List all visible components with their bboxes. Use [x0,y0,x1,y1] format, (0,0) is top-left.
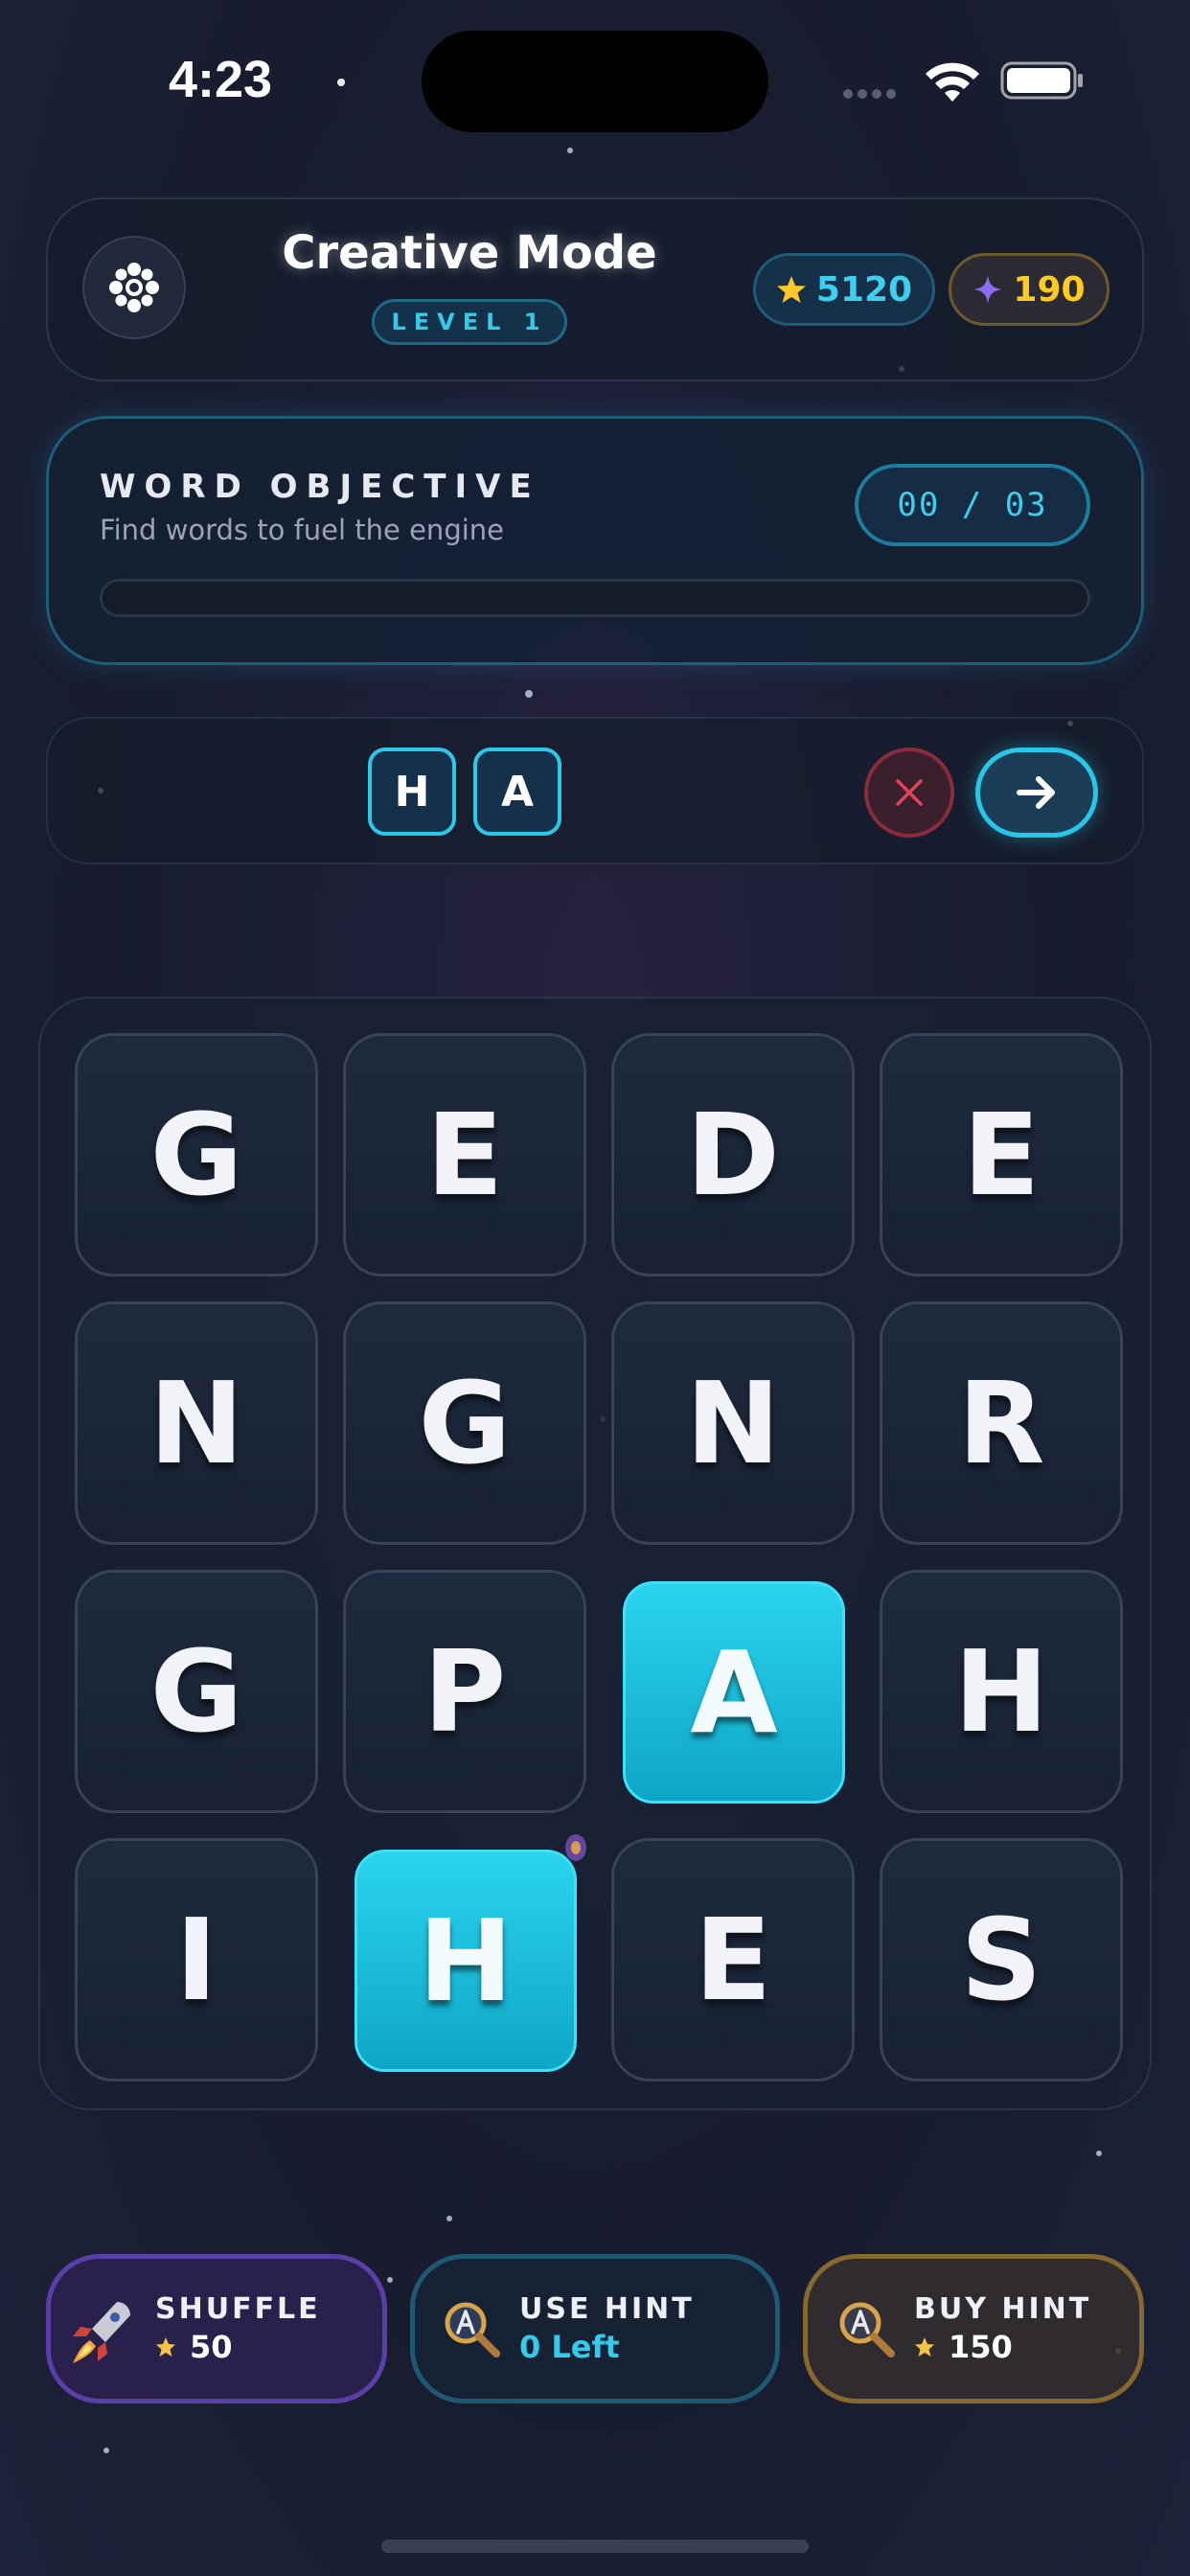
stars-counter[interactable]: 5120 [753,253,935,326]
background-star [446,2216,452,2221]
home-indicator[interactable] [381,2540,809,2553]
letter-tile[interactable]: E [343,1033,586,1276]
letter-tile[interactable]: E [880,1033,1123,1276]
gear-icon [109,263,159,312]
wifi-icon [926,62,979,102]
letter-tile-selected[interactable]: H [355,1850,577,2072]
buy-hint-label: BUY HINT [914,2292,1092,2326]
objective-title: WORD OBJECTIVE [100,468,540,506]
letter-tile[interactable]: G [75,1033,318,1276]
buy-hint-cost: 150 [914,2329,1013,2365]
coin-icon [156,2337,175,2357]
letter-tile[interactable]: S [880,1838,1123,2082]
buy-hint-cost-value: 150 [949,2329,1013,2365]
sparkle-effect-icon [565,1834,586,1861]
shuffle-cost: 50 [155,2329,233,2365]
magnifier-icon [445,2302,500,2358]
objective-progress-bar [100,579,1090,617]
letter-tile[interactable]: I [75,1838,318,2082]
shuffle-label: SHUFFLE [155,2292,321,2326]
rocket-icon [73,2302,130,2363]
objective-counter: 00 / 03 [855,464,1090,546]
use-hint-remaining: 0 Left [519,2329,620,2365]
arrow-right-icon [1017,776,1055,809]
background-star [1096,2150,1102,2156]
letter-tile[interactable]: P [343,1570,586,1813]
letter-tile[interactable]: H [880,1570,1123,1813]
status-dot [337,79,345,86]
letter-tile[interactable]: R [880,1301,1123,1545]
battery-icon [1000,61,1083,100]
letter-tile[interactable]: D [611,1033,855,1276]
objective-subtitle: Find words to fuel the engine [100,514,505,546]
background-star [387,2277,393,2283]
submit-word-button[interactable] [975,748,1098,838]
clear-word-button[interactable] [864,748,954,838]
gems-counter[interactable]: 190 [949,253,1110,326]
letter-tile[interactable]: N [75,1301,318,1545]
current-word-letter: H [368,748,456,836]
letter-tile[interactable]: E [611,1838,855,2082]
stars-value: 5120 [815,269,913,310]
close-icon [896,779,923,806]
letter-tile[interactable]: G [343,1301,586,1545]
status-time: 4:23 [169,51,273,108]
use-hint-label: USE HINT [519,2292,695,2326]
settings-button[interactable] [82,236,186,339]
page-title: Creative Mode [282,226,657,280]
gems-value: 190 [1013,269,1086,310]
magnifier-icon [839,2302,895,2358]
coin-icon [915,2337,934,2357]
background-star [567,148,573,153]
letter-tile[interactable]: N [611,1301,855,1545]
dynamic-island [422,31,768,132]
star-icon [776,276,806,303]
background-star [525,690,533,698]
sparkle-icon [973,275,1003,304]
cellular-signal-icon [843,84,908,99]
letter-tile-selected[interactable]: A [623,1581,845,1804]
background-star [103,2448,109,2453]
level-badge: LEVEL 1 [372,299,567,345]
letter-tile[interactable]: G [75,1570,318,1813]
current-word-letter: A [473,748,561,836]
shuffle-cost-value: 50 [190,2329,233,2365]
